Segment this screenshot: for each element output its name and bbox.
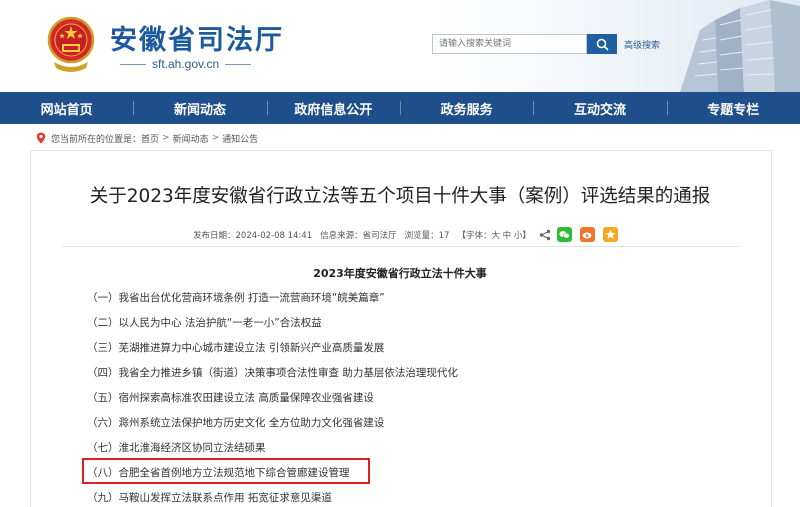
list-item: （五）宿州探索高标准农田建设立法 高质量保障农业强省建设: [87, 392, 374, 404]
view-count: 浏览量：17: [404, 230, 450, 241]
list-item: （三）芜湖推进算力中心城市建设立法 引领新兴产业高质量发展: [87, 342, 385, 354]
site-header: 安徽省司法厅 sft.ah.gov.cn 高级搜索: [0, 0, 800, 92]
list-item: （六）滁州系统立法保护地方历史文化 全方位助力文化强省建设: [87, 417, 385, 429]
nav-item-home[interactable]: 网站首页: [0, 92, 133, 124]
wechat-share-icon[interactable]: [556, 227, 572, 242]
title-divider: [62, 246, 740, 247]
building-illustration: [680, 0, 800, 92]
list-item: （二）以人民为中心 法治护航“一老一小”合法权益: [87, 317, 322, 329]
nav-item-services[interactable]: 政务服务: [399, 92, 533, 124]
location-pin-icon: [36, 132, 46, 144]
site-title[interactable]: 安徽省司法厅: [110, 18, 284, 57]
article-meta: 发布日期：2024-02-08 14:41 信息来源：省司法厅 浏览量：17 【…: [193, 227, 626, 242]
favorite-star-icon[interactable]: [602, 227, 618, 242]
search-button[interactable]: [587, 34, 617, 54]
search-icon: [596, 38, 609, 51]
highlight-box: [82, 458, 370, 484]
breadcrumb-news[interactable]: 新闻动态: [173, 132, 209, 145]
nav-item-news[interactable]: 新闻动态: [133, 92, 266, 124]
breadcrumb-prefix: 您当前所在的位置是：: [51, 134, 142, 145]
list-item: （四）我省全力推进乡镇（街道）决策事项合法性审查 助力基层依法治理现代化: [87, 367, 458, 379]
list-item: （一）我省出台优化营商环境条例 打造一流营商环境“皖美篇章”: [87, 292, 385, 304]
article-title: 关于2023年度安徽省行政立法等五个项目十件大事（案例）评选结果的通报: [89, 186, 711, 207]
site-url: sft.ah.gov.cn: [152, 57, 220, 71]
breadcrumb: 您当前所在的位置是： 首页 > 新闻动态 > 通知公告: [36, 131, 258, 145]
publish-time: 发布日期：2024-02-08 14:41: [193, 230, 313, 241]
breadcrumb-notices[interactable]: 通知公告: [222, 132, 258, 145]
search-input[interactable]: [432, 34, 587, 54]
list-item: （七）淮北淮海经济区协同立法结硕果: [87, 442, 266, 454]
nav-item-topics[interactable]: 专题专栏: [666, 92, 800, 124]
site-url-row: sft.ah.gov.cn: [120, 57, 252, 71]
breadcrumb-separator: >: [162, 133, 170, 143]
section-heading: 2023年度安徽省行政立法十件大事: [313, 267, 487, 280]
info-source: 信息来源：省司法厅: [320, 230, 397, 241]
share-icon[interactable]: [539, 229, 551, 241]
national-emblem-icon[interactable]: [46, 14, 96, 76]
breadcrumb-home[interactable]: 首页: [141, 132, 159, 145]
url-right-line: [225, 63, 252, 65]
list-item: （九）马鞍山发挥立法联系点作用 拓宽征求意见渠道: [87, 492, 332, 504]
weibo-share-icon[interactable]: [579, 227, 595, 242]
breadcrumb-separator: >: [211, 133, 220, 143]
url-left-line: [120, 63, 146, 65]
nav-item-interaction[interactable]: 互动交流: [533, 92, 666, 124]
font-size-control[interactable]: 【字体：大 中 小】: [457, 229, 530, 241]
main-nav: 网站首页 新闻动态 政府信息公开 政务服务 互动交流 专题专栏: [0, 92, 800, 124]
nav-item-gov-info[interactable]: 政府信息公开: [266, 92, 400, 124]
